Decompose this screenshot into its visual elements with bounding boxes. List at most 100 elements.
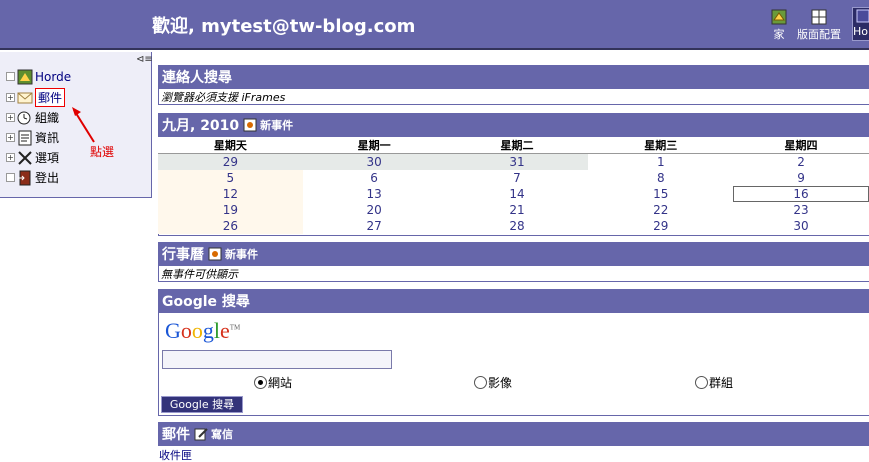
sidebar-item-label: Horde bbox=[35, 69, 72, 84]
google-logo-tm: TM bbox=[229, 323, 241, 332]
annotation-arrow-icon bbox=[72, 107, 95, 143]
agenda-title-text: 行事曆 bbox=[162, 247, 204, 263]
compose-link[interactable]: 寫信 bbox=[194, 426, 233, 442]
horde-icon bbox=[17, 69, 33, 84]
top-bar: 歡迎, mytest@tw-blog.com 家 版面配置 Horde bbox=[0, 0, 869, 50]
calendar-day[interactable]: 6 bbox=[303, 170, 446, 186]
new-event-icon bbox=[243, 118, 257, 132]
home-icon bbox=[771, 9, 787, 25]
tree-expand-icon[interactable]: + bbox=[6, 133, 15, 142]
radio-label: 群組 bbox=[709, 376, 734, 390]
collapse-sidebar-icon[interactable]: ⊲≡ bbox=[136, 54, 153, 65]
calendar-week-row: 12 13 14 15 16 bbox=[158, 185, 869, 202]
calendar-day-today[interactable]: 16 bbox=[733, 185, 869, 202]
annotation-text: 點選 bbox=[90, 145, 115, 159]
sidebar-item-label: 組織 bbox=[35, 111, 60, 125]
sidebar-item-horde[interactable]: Horde bbox=[6, 68, 71, 85]
layout-button[interactable]: 版面配置 bbox=[797, 9, 841, 42]
calendar-week-row: 19 20 21 22 23 bbox=[158, 201, 869, 218]
horde-logo-icon bbox=[856, 9, 869, 23]
calendar-day[interactable]: 5 bbox=[158, 169, 303, 186]
tree-leaf-icon bbox=[6, 72, 15, 81]
calendar-day[interactable]: 21 bbox=[446, 202, 589, 218]
tree-expand-icon[interactable]: + bbox=[6, 153, 15, 162]
calendar-day[interactable]: 19 bbox=[158, 201, 303, 218]
radio-label: 影像 bbox=[488, 376, 513, 390]
radio-button-selected[interactable] bbox=[254, 376, 267, 389]
calendar-day[interactable]: 30 bbox=[302, 153, 446, 170]
tree-expand-icon[interactable]: + bbox=[6, 113, 15, 122]
radio-label: 網站 bbox=[268, 376, 293, 390]
new-event-link[interactable]: 新事件 bbox=[243, 117, 293, 133]
weekday-header: 星期二 bbox=[445, 137, 589, 154]
calendar-day[interactable]: 22 bbox=[588, 202, 733, 218]
sidebar-item-logout[interactable]: 登出 bbox=[6, 169, 59, 186]
calendar-day[interactable]: 29 bbox=[158, 153, 303, 170]
iframe-message: 瀏覽器必須支援 iFrames bbox=[161, 91, 286, 104]
tree-leaf-icon bbox=[6, 173, 15, 182]
radio-web[interactable]: 網站 bbox=[254, 374, 292, 391]
google-title-text: Google 搜尋 bbox=[162, 294, 250, 310]
radio-images[interactable]: 影像 bbox=[474, 374, 512, 391]
tree-expand-icon[interactable]: + bbox=[6, 93, 15, 102]
logout-icon bbox=[18, 170, 31, 185]
radio-groups[interactable]: 群組 bbox=[695, 374, 733, 391]
calendar-day[interactable]: 2 bbox=[733, 154, 869, 170]
weekday-header: 星期三 bbox=[588, 137, 734, 154]
weekday-header: 星期天 bbox=[158, 137, 303, 154]
radio-button[interactable] bbox=[474, 376, 487, 389]
welcome-text: 歡迎, mytest@tw-blog.com bbox=[152, 16, 416, 37]
calendar-day[interactable]: 20 bbox=[303, 202, 446, 218]
radio-button[interactable] bbox=[695, 376, 708, 389]
calendar-week-row: 26 27 28 29 30 bbox=[158, 217, 869, 234]
calendar-week-row: 5 6 7 8 9 bbox=[158, 169, 869, 186]
mail-panel-title: 郵件 寫信 bbox=[158, 422, 869, 446]
agenda-panel-title: 行事曆 新事件 bbox=[158, 242, 869, 266]
calendar-day[interactable]: 26 bbox=[158, 217, 303, 234]
info-icon bbox=[18, 130, 32, 145]
sidebar-item-label: 選項 bbox=[35, 151, 60, 165]
horde-button[interactable]: Horde bbox=[852, 7, 869, 41]
sidebar-item-options[interactable]: + 選項 bbox=[6, 149, 59, 166]
layout-label: 版面配置 bbox=[797, 28, 841, 41]
weekday-header: 星期一 bbox=[302, 137, 446, 154]
sidebar-item-info[interactable]: + 資訊 bbox=[6, 129, 59, 146]
calendar-day[interactable]: 27 bbox=[303, 218, 446, 234]
calendar-week-row: 29 30 31 1 2 bbox=[158, 153, 869, 170]
calendar-day[interactable]: 8 bbox=[588, 170, 733, 186]
google-search-input[interactable] bbox=[162, 350, 392, 369]
calendar-day[interactable]: 1 bbox=[588, 154, 733, 170]
sidebar-item-mail[interactable]: + 郵件 bbox=[6, 88, 66, 107]
home-button[interactable]: 家 bbox=[771, 9, 787, 42]
calendar-day[interactable]: 13 bbox=[303, 186, 446, 202]
month-calendar: 星期天 星期一 星期二 星期三 星期四 29 30 31 1 2 5 6 7 8… bbox=[158, 137, 869, 234]
compose-icon bbox=[194, 428, 208, 441]
sidebar-item-organizer[interactable]: + 組織 bbox=[6, 109, 59, 126]
contacts-panel-body: 瀏覽器必須支援 iFrames bbox=[158, 89, 869, 105]
inbox-link[interactable]: 收件匣 bbox=[159, 447, 192, 462]
calendar-day[interactable]: 12 bbox=[158, 185, 303, 202]
calendar-day[interactable]: 14 bbox=[446, 186, 589, 202]
google-search-button[interactable]: Google 搜尋 bbox=[161, 396, 243, 413]
calendar-day[interactable]: 29 bbox=[588, 218, 733, 234]
google-panel-title: Google 搜尋 bbox=[158, 289, 869, 313]
calendar-day[interactable]: 9 bbox=[733, 170, 869, 186]
no-events-message: 無事件可供顯示 bbox=[161, 268, 238, 281]
calendar-day[interactable]: 30 bbox=[733, 218, 869, 234]
mail-title-text: 郵件 bbox=[162, 427, 190, 443]
calendar-title-text: 九月, 2010 bbox=[162, 118, 240, 134]
weekday-header: 星期四 bbox=[733, 137, 869, 154]
new-event-icon bbox=[208, 247, 222, 261]
calendar-day[interactable]: 28 bbox=[446, 218, 589, 234]
calendar-day[interactable]: 23 bbox=[733, 202, 869, 218]
calendar-day[interactable]: 15 bbox=[588, 186, 733, 202]
calendar-day[interactable]: 7 bbox=[446, 170, 589, 186]
calendar-day[interactable]: 31 bbox=[445, 153, 589, 170]
calendar-panel-title: 九月, 2010 新事件 bbox=[158, 113, 869, 137]
compose-label: 寫信 bbox=[211, 428, 233, 441]
envelope-icon bbox=[17, 92, 33, 103]
grid-layout-icon bbox=[811, 9, 827, 25]
tools-icon bbox=[18, 150, 32, 165]
new-event-link[interactable]: 新事件 bbox=[208, 246, 258, 262]
contacts-panel-title: 連絡人搜尋 bbox=[158, 65, 869, 89]
